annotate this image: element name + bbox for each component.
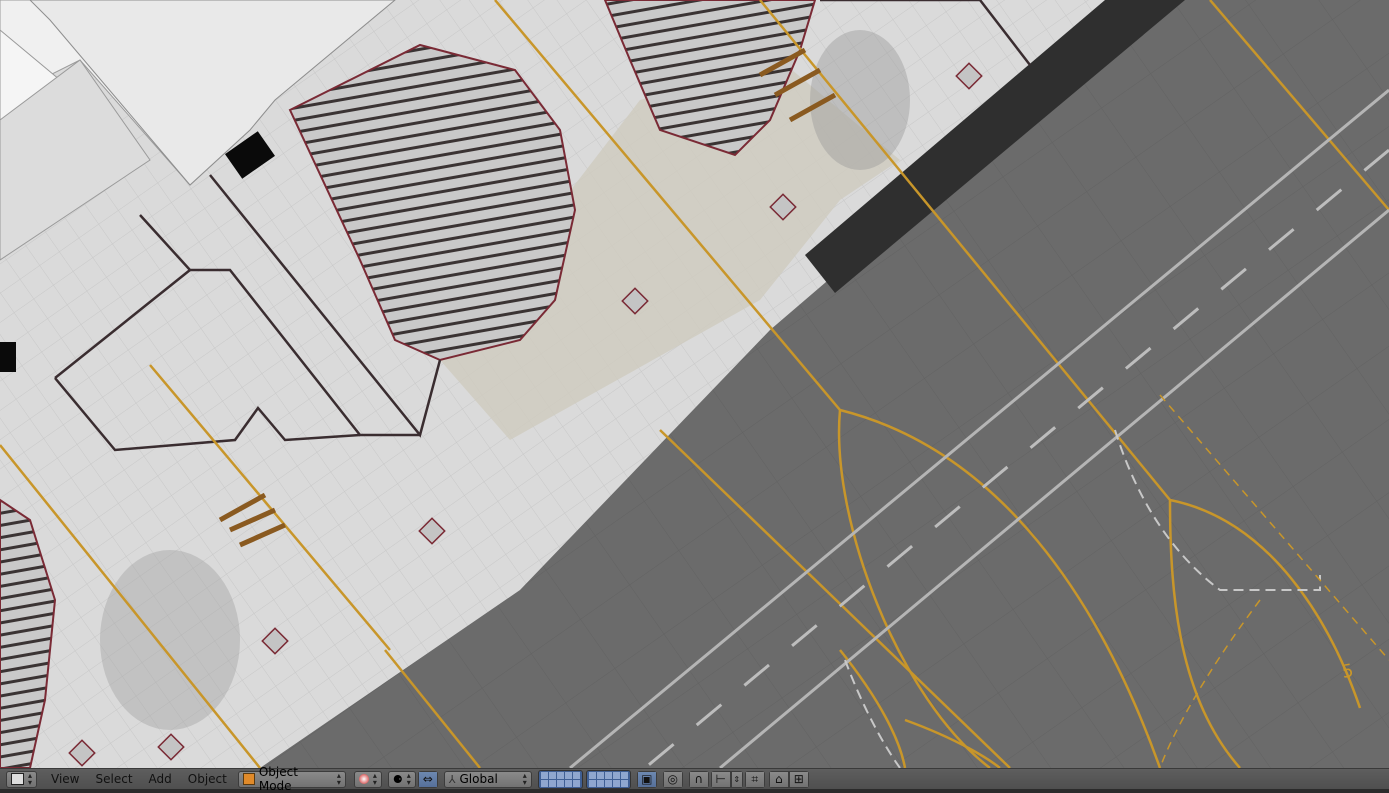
layer-button[interactable] (588, 779, 596, 787)
layer-button[interactable] (572, 771, 580, 779)
chevron-updown-icon: ▴ ▾ (372, 771, 377, 787)
layer-button[interactable] (556, 779, 564, 787)
mode-selector[interactable]: Object Mode ▴ ▾ (237, 765, 346, 793)
layer-buttons-block-2[interactable] (585, 769, 631, 789)
snap-grid-icon[interactable]: ⌗ (744, 770, 765, 788)
oil-stain (100, 550, 240, 730)
layer-button[interactable] (556, 771, 564, 779)
pivot-point-icon: ⚈ (392, 772, 403, 786)
layer-button[interactable] (596, 779, 604, 787)
pivot-point-selector[interactable]: ⚈ ▴ ▾ (387, 770, 416, 788)
layer-button[interactable] (620, 779, 628, 787)
chevron-updown-icon: ▴ ▾ (522, 771, 527, 787)
layer-button[interactable] (612, 771, 620, 779)
layer-button[interactable] (604, 771, 612, 779)
layer-button[interactable] (548, 779, 556, 787)
3d-view-header: ▴ ▾ View Select Add Object Object Mode ▴ ▾… (0, 765, 1389, 793)
snap-icon[interactable]: ∩ (688, 770, 709, 788)
lock-camera-icon[interactable]: ▣ (636, 770, 657, 788)
menu-object[interactable]: Object (180, 771, 235, 788)
solid-sphere-icon (358, 774, 369, 784)
door-shadow-left (0, 342, 16, 372)
3d-viewport[interactable]: 5 (0, 0, 1389, 768)
chevron-updown-icon: ▴ ▾ (406, 771, 411, 787)
object-mode-cube-icon (242, 773, 255, 785)
manipulator-arrows-icon[interactable]: ⇔ (417, 770, 438, 788)
render-camera-icon[interactable]: ⌂ (768, 770, 789, 788)
viewport-scene: 5 (0, 0, 1389, 768)
layer-button[interactable] (588, 771, 596, 779)
layer-button[interactable] (596, 771, 604, 779)
layer-button[interactable] (540, 779, 548, 787)
transform-axes-icon: ⅄ (448, 772, 456, 786)
cube-view-icon (11, 773, 24, 785)
proportional-edit-icon[interactable]: ◎ (662, 770, 683, 788)
layer-button[interactable] (548, 771, 556, 779)
orientation-label: Global (459, 772, 498, 786)
snap-target-icon[interactable]: ⇕ (730, 770, 743, 788)
editor-type-selector[interactable]: ▴ ▾ (6, 770, 38, 788)
menu-select[interactable]: Select (88, 771, 141, 788)
layer-button[interactable] (564, 779, 572, 787)
layer-button[interactable] (604, 779, 612, 787)
render-clapper-icon[interactable]: ⊞ (788, 770, 809, 788)
layer-button[interactable] (620, 771, 628, 779)
layer-button[interactable] (540, 771, 548, 779)
layer-button[interactable] (572, 779, 580, 787)
layer-button[interactable] (612, 779, 620, 787)
layer-buttons-block-1[interactable] (537, 769, 583, 789)
orientation-selector[interactable]: ⅄ Global ▴ ▾ (443, 770, 532, 788)
menu-add[interactable]: Add (141, 771, 180, 788)
chevron-updown-icon: ▴ ▾ (28, 771, 33, 787)
snap-element-icon[interactable]: ⊢ (710, 770, 731, 788)
chevron-updown-icon: ▴ ▾ (336, 771, 341, 787)
viewport-shading-selector[interactable]: ▴ ▾ (353, 770, 382, 788)
layer-button[interactable] (564, 771, 572, 779)
menu-view[interactable]: View (43, 771, 87, 788)
